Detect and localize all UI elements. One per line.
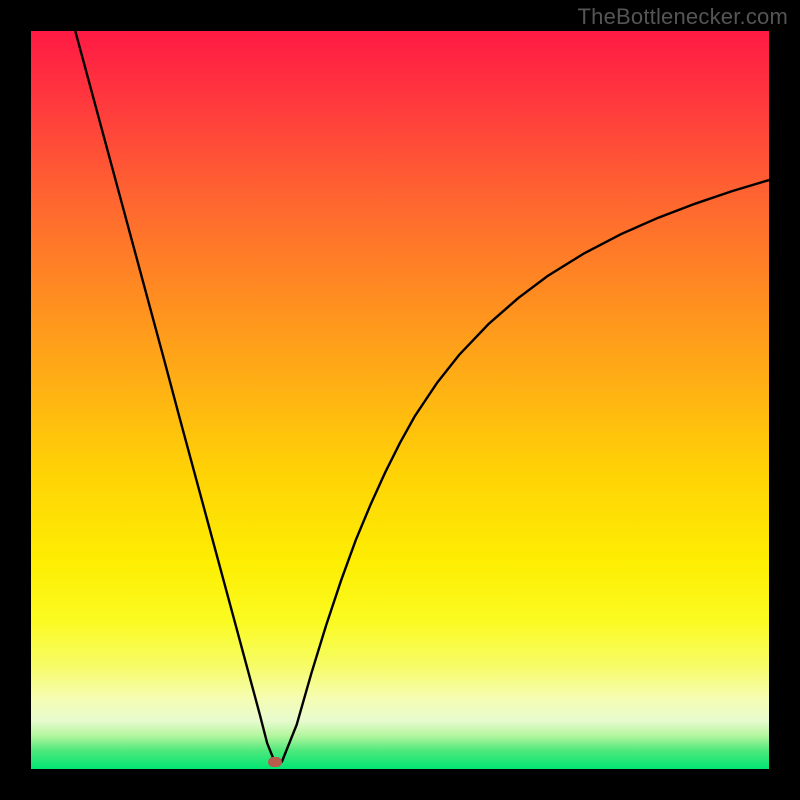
- watermark-text: TheBottlenecker.com: [578, 4, 788, 30]
- optimum-marker: [268, 757, 282, 767]
- chart-frame: TheBottlenecker.com: [0, 0, 800, 800]
- background-gradient: [31, 31, 769, 769]
- plot-area: [31, 31, 769, 769]
